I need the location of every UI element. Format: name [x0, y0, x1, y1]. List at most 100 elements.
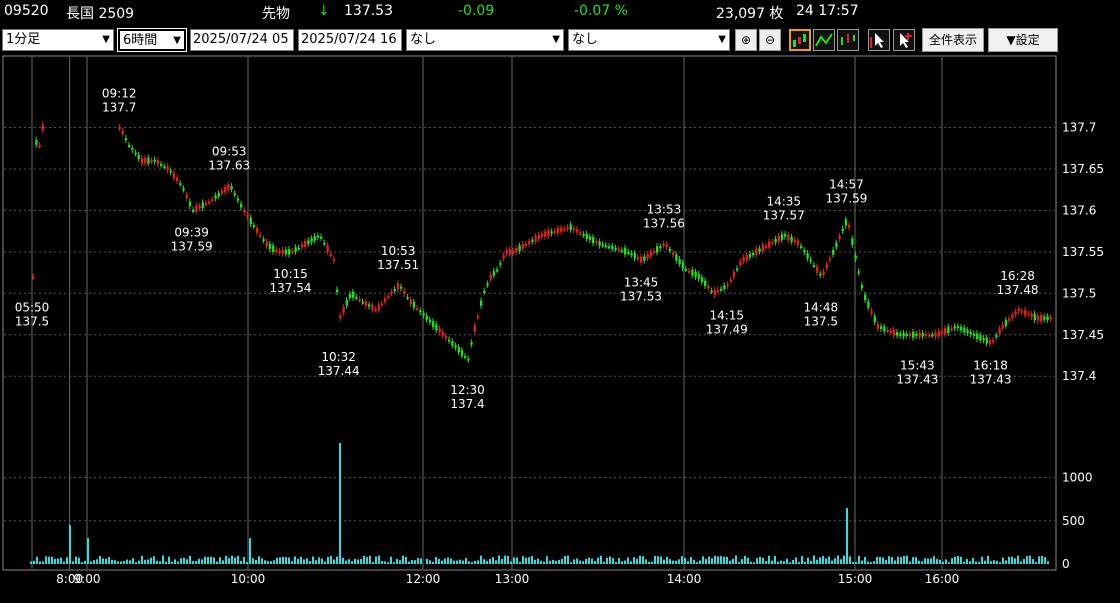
candlestick-chart-icon[interactable] — [789, 29, 811, 51]
volume-bar — [342, 557, 344, 564]
candle — [291, 251, 294, 254]
zoom-in-icon[interactable]: ⊕ — [735, 29, 757, 51]
volume-bar — [765, 560, 767, 564]
candle — [835, 242, 838, 248]
date-from-input[interactable]: 2025/07/24 05 — [190, 29, 294, 51]
volume-bar — [555, 560, 557, 564]
candle — [512, 251, 515, 254]
volume-bar — [939, 559, 941, 564]
candle — [38, 144, 41, 147]
volume-bar — [606, 557, 608, 564]
volume-bar — [885, 559, 887, 564]
candle — [556, 228, 560, 234]
candle — [732, 271, 736, 278]
candle — [259, 234, 262, 237]
line-chart-icon[interactable] — [813, 29, 835, 51]
settings-button[interactable]: ▼設定 — [988, 28, 1058, 52]
crosshair-tool-icon[interactable] — [893, 29, 915, 51]
candle — [880, 326, 883, 330]
volume-bar — [408, 561, 410, 564]
show-all-button[interactable]: 全件表示 — [922, 28, 984, 52]
volume-bar — [582, 561, 584, 564]
candle — [412, 301, 416, 308]
volume-bar — [684, 558, 686, 564]
candle — [588, 236, 592, 240]
candle — [345, 300, 349, 306]
volume-tick-label: 1000 — [1062, 471, 1093, 485]
time-tick-label: 16:00 — [925, 572, 960, 586]
volume-bar — [702, 556, 704, 564]
candle — [598, 241, 601, 246]
interval-select[interactable]: 1分足 ▼ — [2, 29, 114, 51]
volume-bar — [339, 443, 341, 564]
candle — [252, 225, 256, 228]
volume-bar — [288, 557, 290, 564]
price-tick-label: 137.7 — [1062, 121, 1096, 135]
volume-bar — [753, 562, 755, 564]
volume-bar — [504, 555, 506, 564]
volume-bar — [132, 558, 134, 564]
volume-bar — [135, 562, 137, 564]
candle — [35, 139, 38, 145]
indicator2-select-value: なし — [572, 32, 599, 47]
volume-bar — [462, 560, 464, 564]
candle — [550, 231, 553, 234]
candle — [780, 234, 784, 240]
annotation-time: 14:35 — [766, 194, 801, 208]
indicator2-select[interactable]: なし ▼ — [568, 29, 730, 51]
candle — [944, 328, 947, 335]
volume-bar — [705, 558, 707, 564]
candle — [508, 249, 512, 255]
volume-bar — [579, 560, 581, 564]
volume-bar — [954, 556, 956, 564]
candle — [790, 236, 793, 242]
volume-bar — [690, 557, 692, 564]
span-select[interactable]: 6時間 ▼ — [117, 28, 187, 52]
candle — [332, 258, 336, 261]
candle — [32, 276, 35, 279]
cursor-tool-icon[interactable] — [868, 29, 890, 51]
volume-bar — [960, 556, 962, 564]
candle — [912, 331, 915, 338]
candle — [131, 147, 134, 151]
volume-bar — [693, 559, 695, 564]
candle — [515, 247, 518, 253]
volume-bar — [165, 561, 167, 564]
volume-bar — [780, 560, 782, 564]
candle — [822, 271, 825, 275]
time-tick-label: 15:00 — [838, 572, 873, 586]
candle — [560, 227, 563, 232]
chart-frame — [2, 55, 1057, 571]
volume-bar — [594, 560, 596, 564]
candle — [620, 250, 624, 253]
volume-bar — [768, 555, 770, 564]
candle — [684, 268, 688, 271]
candle — [256, 227, 259, 234]
volume-bar — [669, 559, 671, 564]
volume-bar — [642, 556, 644, 564]
volume-bar — [417, 557, 419, 564]
volume-bar — [624, 560, 626, 564]
candle — [924, 333, 928, 336]
zoom-out-icon[interactable]: ⊖ — [759, 29, 781, 51]
candle — [704, 280, 707, 287]
volume-bar — [711, 558, 713, 564]
candle — [579, 232, 582, 235]
indicator1-select[interactable]: なし ▼ — [406, 29, 564, 51]
volume-bar — [966, 559, 968, 564]
candle — [1017, 308, 1021, 311]
candle — [246, 214, 249, 218]
candle — [873, 316, 877, 323]
date-to-input[interactable]: 2025/07/24 16 — [298, 29, 402, 51]
candle — [416, 307, 419, 310]
candle — [662, 243, 665, 246]
volume-bar — [102, 558, 104, 564]
volume-bar — [42, 561, 44, 564]
volume-bar — [558, 559, 560, 564]
candle — [518, 245, 521, 251]
bar-chart-icon[interactable] — [837, 29, 859, 51]
candle — [326, 245, 329, 252]
price-chart[interactable]: 137.4 137.45 137.5 137.55 137.6 137.65 137.7 0… — [0, 53, 1120, 603]
volume-bar — [366, 557, 368, 564]
candle — [681, 262, 685, 269]
